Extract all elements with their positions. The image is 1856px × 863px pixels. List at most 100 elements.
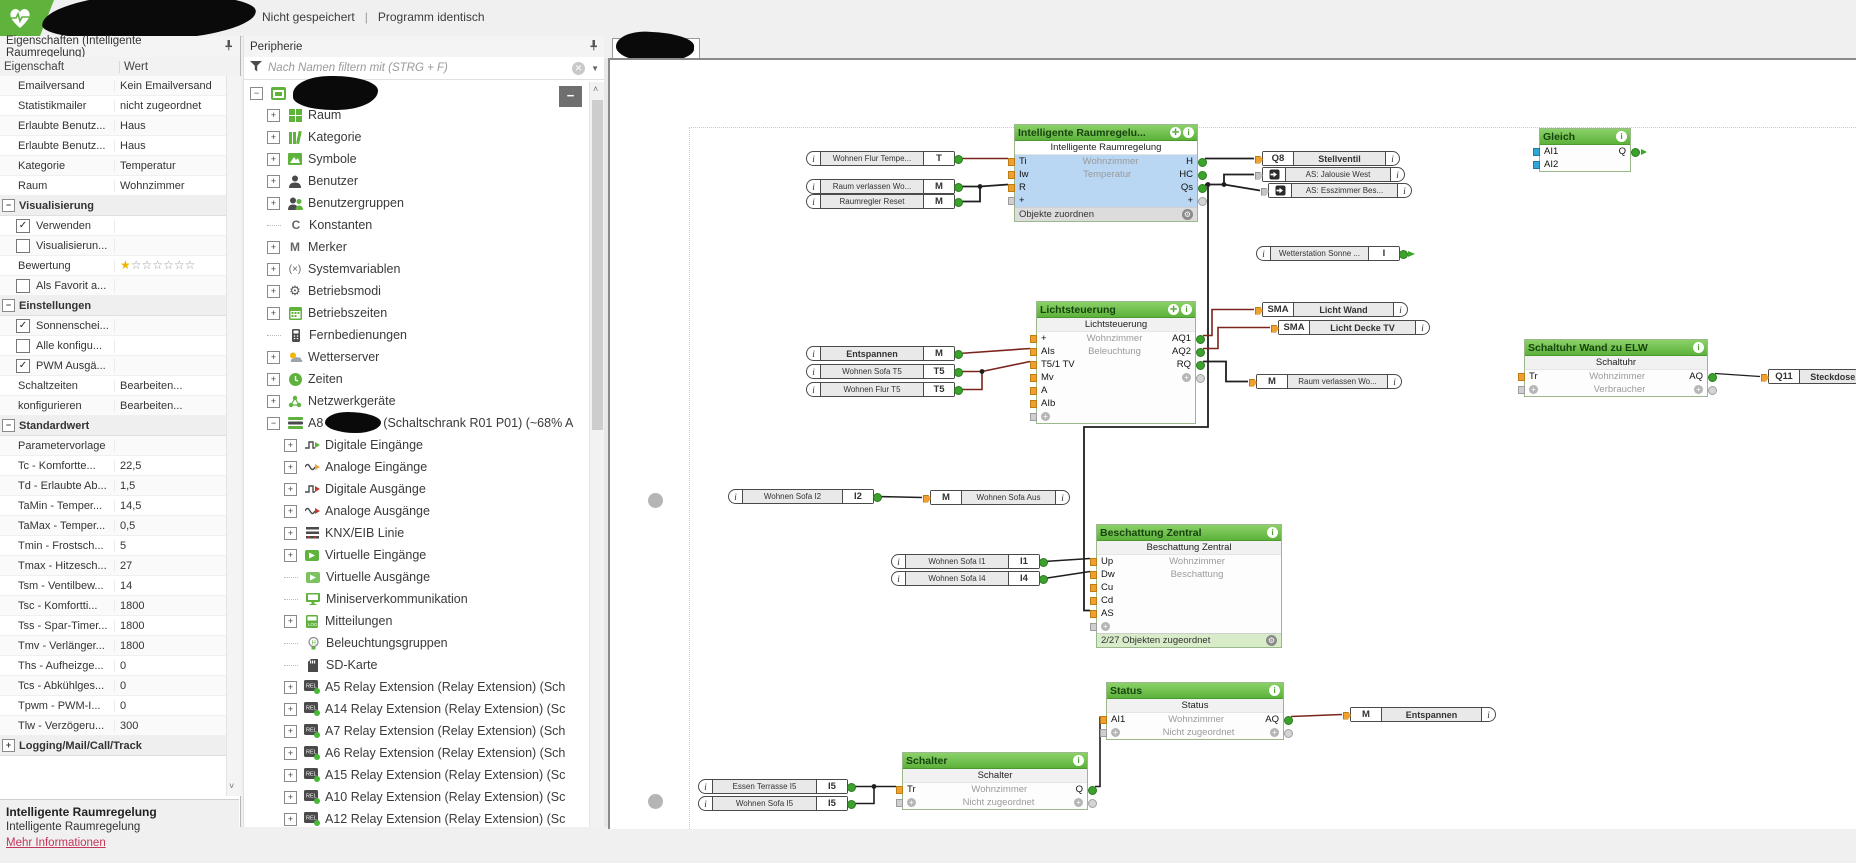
expander-icon[interactable]: + [267,351,280,364]
output-connector-gray[interactable] [1198,197,1207,206]
expander-icon[interactable]: − [267,417,280,430]
info-icon[interactable]: i [1181,304,1192,315]
property-row-statistikmailer[interactable]: Statistikmailernicht zugeordnet [0,96,226,116]
property-row-tpwm-pwm-i-[interactable]: Tpwm - PWM-I...0 [0,696,226,716]
property-row-einstellungen[interactable]: −Einstellungen [0,296,226,316]
connector-dot-green[interactable] [1039,558,1048,567]
property-row-emailversand[interactable]: EmailversandKein Emailversand [0,76,226,96]
connector-dot-green[interactable] [954,368,963,377]
property-row-visualisierung[interactable]: −Visualisierung [0,196,226,216]
info-icon[interactable]: i [1183,127,1194,138]
expander-icon[interactable]: + [267,131,280,144]
property-value[interactable]: nicht zugeordnet [120,100,201,112]
input-connector-gray[interactable] [1030,413,1037,421]
rating-stars[interactable]: ★☆☆☆☆☆☆ [120,259,195,272]
property-value[interactable]: 1800 [120,620,144,632]
output-connector-gray[interactable] [1196,374,1205,383]
tree-item-a7-relay-extension-relay-ext[interactable]: +RELA7 Relay Extension (Relay Extension)… [244,720,589,742]
property-value[interactable]: 27 [120,560,132,572]
connector-orange[interactable] [1761,374,1769,382]
output-connector-green[interactable] [1196,348,1205,357]
input-connector-orange[interactable] [896,786,903,794]
pin-icon[interactable] [223,39,234,54]
tree-filter-input[interactable]: Nach Namen filtern mit (STRG + F) [268,62,572,74]
connector-orange[interactable] [1255,307,1263,315]
io-ref-wohnen-sofa-i4[interactable]: iWohnen Sofa I4I4 [891,571,1040,586]
property-row-tmin-frostsch-[interactable]: Tmin - Frostsch...5 [0,536,226,556]
connector-orange[interactable] [1255,156,1263,164]
property-value[interactable]: Kein Emailversand [120,80,212,92]
input-connector-gray[interactable] [1100,729,1107,737]
io-ref-as-esszimmer-bes[interactable]: AS: Esszimmer Bes...i [1268,183,1412,198]
expander-icon[interactable]: + [284,747,297,760]
add-port-icon[interactable]: + [1101,622,1110,631]
add-port-icon[interactable]: + [907,798,916,807]
property-row-tmax-hitzesch-[interactable]: Tmax - Hitzesch...27 [0,556,226,576]
input-connector-gray[interactable] [1090,623,1097,631]
tree-item-a14-relay-extension-relay-ex[interactable]: +RELA14 Relay Extension (Relay Extension… [244,698,589,720]
tree-item-a6-relay-extension-relay-ext[interactable]: +RELA6 Relay Extension (Relay Extension)… [244,742,589,764]
connector-orange[interactable] [923,495,931,503]
property-row-tss-spar-timer-[interactable]: Tss - Spar-Timer...1800 [0,616,226,636]
info-icon[interactable]: i [1386,152,1399,165]
function-block-intelligente-raumregelung[interactable]: Intelligente Raumregelu...✛iIntelligente… [1014,124,1198,222]
input-connector-orange[interactable] [1008,158,1015,166]
io-ref-wohnen-sofa-i5[interactable]: iWohnen Sofa I5I5 [698,796,848,811]
info-icon[interactable]: i [1616,131,1627,142]
io-ref-sma-licht-wand[interactable]: SMALicht Wandi [1262,302,1408,317]
block-title-bar[interactable]: Gleichi [1540,129,1630,145]
properties-column-header[interactable]: Eigenschaft Wert [0,57,240,77]
property-row-tsm-ventilbew-[interactable]: Tsm - Ventilbew...14 [0,576,226,596]
block-title-bar[interactable]: Lichtsteuerung✛i [1037,302,1195,318]
property-row-kategorie[interactable]: KategorieTemperatur [0,156,226,176]
tree-scrollbar[interactable]: ˄ [589,82,605,827]
connector-orange[interactable] [1271,325,1279,333]
scroll-down-icon[interactable]: ˅ [229,781,234,791]
move-handle-icon[interactable]: ✛ [1168,304,1179,315]
input-connector-orange[interactable] [1090,610,1097,618]
block-footer[interactable]: Objekte zuordnen⚙ [1015,207,1197,221]
tree-item-benutzer[interactable]: +Benutzer [244,170,589,192]
gear-icon[interactable]: ⚙ [1182,209,1193,220]
property-row-tlw-verzögeru-[interactable]: Tlw - Verzögeru...300 [0,716,226,736]
expander-icon[interactable]: + [284,439,297,452]
collapse-all-button[interactable]: − [559,86,582,107]
property-value[interactable]: 1800 [120,600,144,612]
expander-icon[interactable]: − [250,87,263,100]
connector-dot-green[interactable] [1399,250,1408,259]
info-icon[interactable]: i [1416,321,1429,334]
property-row-konfigurieren[interactable]: konfigurierenBearbeiten... [0,396,226,416]
tree-item-a8[interactable]: −A8(Schaltschrank R01 P01) (~68% A [244,412,589,434]
expander-icon[interactable]: + [267,307,280,320]
connector-gray[interactable] [1255,172,1263,180]
function-block-schalter[interactable]: SchalteriSchalterTrWohnzimmerQ+Nicht zug… [902,752,1088,810]
input-connector-orange[interactable] [1090,571,1097,579]
input-connector-orange[interactable] [1090,558,1097,566]
property-value[interactable]: Bearbeiten... [120,380,182,392]
output-connector-green[interactable] [1708,373,1717,382]
info-icon[interactable]: i [1056,491,1069,504]
property-value[interactable]: 14 [120,580,132,592]
tree-item-raum[interactable]: +Raum [244,104,589,126]
gear-icon[interactable]: ⚙ [1266,635,1277,646]
info-icon[interactable]: i [1482,708,1495,721]
io-ref-as-jalousie-west[interactable]: AS: Jalousie Westi [1262,167,1405,182]
tree-item-symbole[interactable]: +Symbole [244,148,589,170]
input-connector-orange[interactable] [1030,361,1037,369]
info-icon[interactable]: i [1269,685,1280,696]
checkbox[interactable]: ✓ [16,219,30,233]
input-connector-cyan[interactable] [1533,148,1540,156]
info-icon[interactable]: i [807,365,820,378]
property-row-logging-mail-call-track[interactable]: +Logging/Mail/Call/Track [0,736,226,756]
connector-dot-green[interactable] [954,386,963,395]
input-connector-orange[interactable] [1518,373,1525,381]
more-info-link[interactable]: Mehr Informationen [6,837,106,849]
function-block-beschattung-zentral[interactable]: Beschattung ZentraliBeschattung ZentralU… [1096,524,1282,648]
scroll-up-icon[interactable]: ˄ [593,84,598,94]
io-ref-wohnen-sofa-i2[interactable]: iWohnen Sofa I2I2 [728,489,874,504]
column-wert[interactable]: Wert [120,61,148,73]
expander-icon[interactable]: + [284,725,297,738]
info-icon[interactable]: i [699,780,712,793]
info-icon[interactable]: i [1257,247,1270,260]
info-icon[interactable]: i [1388,375,1401,388]
